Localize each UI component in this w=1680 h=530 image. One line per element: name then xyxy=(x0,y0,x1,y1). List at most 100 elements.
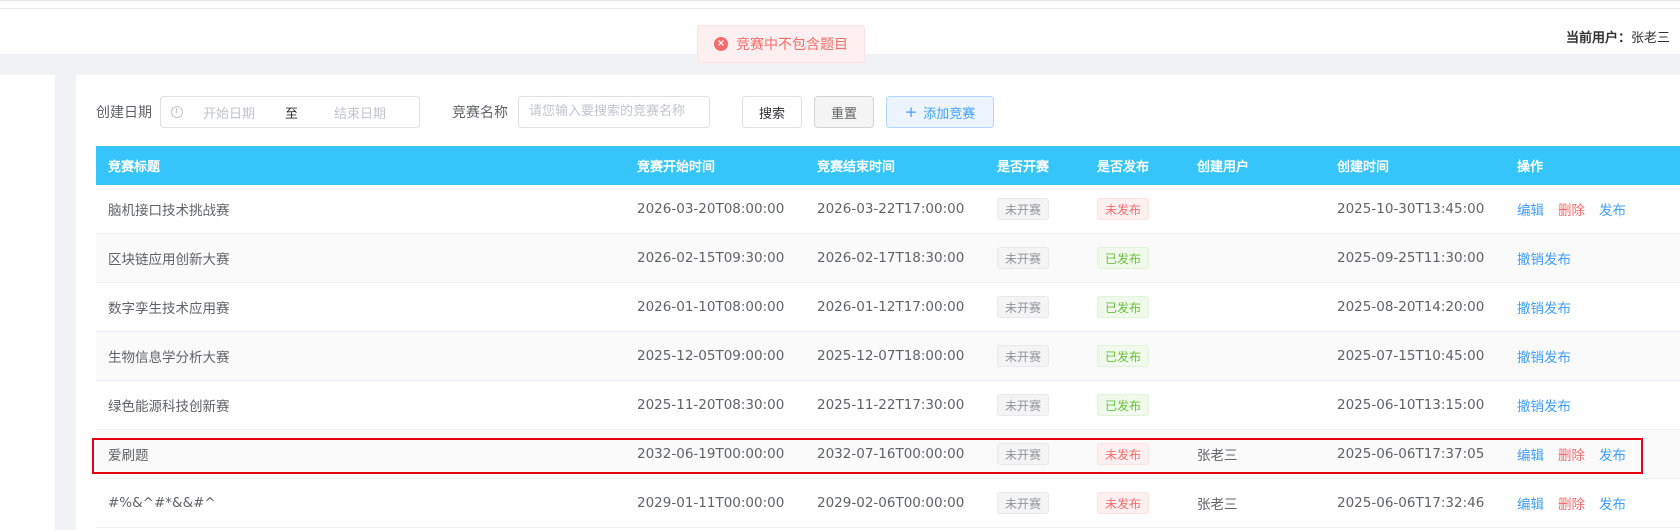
started-cell: 未开赛 xyxy=(997,381,1050,429)
delete-link[interactable]: 删除 xyxy=(1558,444,1585,464)
end-time: 2026-02-17T18:30:00 xyxy=(817,250,965,266)
started-tag: 未开赛 xyxy=(997,247,1050,269)
published-tag: 已发布 xyxy=(1097,296,1150,318)
delete-link[interactable]: 删除 xyxy=(1558,493,1585,513)
column-title: 竞赛标题 xyxy=(108,160,161,175)
actions-cell: 编辑 删除 发布 xyxy=(1517,185,1640,233)
end-time: 2026-01-12T17:00:00 xyxy=(817,299,965,315)
close-circle-icon: × xyxy=(714,37,728,51)
table-row: #%&^#*&&#^ 2029-01-11T00:00:00 2029-02-06T… xyxy=(96,479,1680,528)
actions-cell: 撤销发布 xyxy=(1517,283,1585,331)
current-user: 当前用户：张老三 xyxy=(1566,27,1670,46)
start-time: 2029-01-11T00:00:00 xyxy=(637,495,785,511)
actions-cell: 编辑 删除 发布 xyxy=(1517,430,1640,478)
created-time: 2025-06-06T17:32:46 xyxy=(1337,495,1485,511)
publish-link[interactable]: 发布 xyxy=(1599,199,1626,219)
unpublish-link[interactable]: 撤销发布 xyxy=(1517,248,1571,268)
created-time: 2025-10-30T13:45:00 xyxy=(1337,201,1485,217)
name-search-input[interactable]: 请您输入要搜索的竞赛名称 xyxy=(518,96,710,128)
search-button[interactable]: 搜索 xyxy=(742,96,802,128)
published-cell: 未发布 xyxy=(1097,430,1150,478)
published-tag: 已发布 xyxy=(1097,345,1150,367)
publish-link[interactable]: 发布 xyxy=(1599,493,1626,513)
start-time: 2025-11-20T08:30:00 xyxy=(637,397,785,413)
table-header: 竞赛标题 竞赛开始时间 竞赛结束时间 是否开赛 是否发布 创建用户 创建时间 操… xyxy=(96,146,1680,185)
add-contest-label: 添加竞赛 xyxy=(923,106,976,122)
table-row: 绿色能源科技创新赛 2025-11-20T08:30:00 2025-11-22T1… xyxy=(96,381,1680,430)
unpublish-link[interactable]: 撤销发布 xyxy=(1517,346,1571,366)
date-label: 创建日期 xyxy=(96,105,152,121)
start-time: 2026-02-15T09:30:00 xyxy=(637,250,785,266)
toast-message: 竞赛中不包含题目 xyxy=(736,37,848,53)
end-time: 2029-02-06T00:00:00 xyxy=(817,495,965,511)
left-strip xyxy=(0,75,55,530)
plus-icon: + xyxy=(904,103,918,121)
contest-title: 数字孪生技术应用赛 xyxy=(108,301,230,317)
published-cell: 已发布 xyxy=(1097,283,1150,331)
created-time: 2025-06-10T13:15:00 xyxy=(1337,397,1485,413)
published-tag: 未发布 xyxy=(1097,443,1150,465)
published-tag: 已发布 xyxy=(1097,247,1150,269)
published-cell: 已发布 xyxy=(1097,234,1150,282)
end-time: 2032-07-16T00:00:00 xyxy=(817,446,965,462)
range-separator: 至 xyxy=(285,106,299,122)
edit-link[interactable]: 编辑 xyxy=(1517,444,1544,464)
contest-title: 绿色能源科技创新赛 xyxy=(108,399,230,415)
unpublish-link[interactable]: 撤销发布 xyxy=(1517,297,1571,317)
start-time: 2025-12-05T09:00:00 xyxy=(637,348,785,364)
top-divider xyxy=(0,8,1680,9)
column-end: 竞赛结束时间 xyxy=(817,160,896,175)
created-time: 2025-08-20T14:20:00 xyxy=(1337,299,1485,315)
column-started: 是否开赛 xyxy=(997,160,1050,175)
column-start: 竞赛开始时间 xyxy=(637,160,716,175)
started-cell: 未开赛 xyxy=(997,283,1050,331)
current-user-label: 当前用户： xyxy=(1565,31,1631,46)
end-time: 2026-03-22T17:00:00 xyxy=(817,201,965,217)
reset-button[interactable]: 重置 xyxy=(814,96,874,128)
end-date-placeholder[interactable]: 结束日期 xyxy=(334,103,386,122)
contest-table: 竞赛标题 竞赛开始时间 竞赛结束时间 是否开赛 是否发布 创建用户 创建时间 操… xyxy=(96,146,1680,528)
started-tag: 未开赛 xyxy=(997,198,1050,220)
table-row: 脑机接口技术挑战赛 2026-03-20T08:00:00 2026-03-22T1… xyxy=(96,185,1680,234)
current-user-name: 张老三 xyxy=(1630,31,1670,46)
column-creator: 创建用户 xyxy=(1197,160,1250,175)
actions-cell: 撤销发布 xyxy=(1517,332,1585,380)
add-contest-button[interactable]: + 添加竞赛 xyxy=(886,96,994,128)
published-tag: 未发布 xyxy=(1097,198,1150,220)
started-cell: 未开赛 xyxy=(997,234,1050,282)
delete-link[interactable]: 删除 xyxy=(1558,199,1585,219)
started-cell: 未开赛 xyxy=(997,332,1050,380)
published-cell: 未发布 xyxy=(1097,479,1150,527)
actions-cell: 编辑 删除 发布 xyxy=(1517,479,1640,527)
created-time: 2025-06-06T17:37:05 xyxy=(1337,446,1485,462)
actions-cell: 撤销发布 xyxy=(1517,381,1585,429)
contest-title: 爱刷题 xyxy=(108,448,149,464)
name-label: 竞赛名称 xyxy=(452,105,508,121)
creator: 张老三 xyxy=(1197,497,1238,513)
table-row: 区块链应用创新大赛 2026-02-15T09:30:00 2026-02-17T1… xyxy=(96,234,1680,283)
edit-link[interactable]: 编辑 xyxy=(1517,493,1544,513)
published-tag: 未发布 xyxy=(1097,492,1150,514)
published-cell: 未发布 xyxy=(1097,185,1150,233)
contest-title: 区块链应用创新大赛 xyxy=(108,252,230,268)
edit-link[interactable]: 编辑 xyxy=(1517,199,1544,219)
publish-link[interactable]: 发布 xyxy=(1599,444,1626,464)
unpublish-link[interactable]: 撤销发布 xyxy=(1517,395,1571,415)
contest-title: 脑机接口技术挑战赛 xyxy=(108,203,230,219)
date-range-picker[interactable]: 开始日期 至 结束日期 xyxy=(160,96,420,128)
actions-cell: 撤销发布 xyxy=(1517,234,1585,282)
error-toast: × 竞赛中不包含题目 xyxy=(697,25,865,63)
contest-title: #%&^#*&&#^ xyxy=(108,495,216,511)
start-date-placeholder[interactable]: 开始日期 xyxy=(203,103,255,122)
started-tag: 未开赛 xyxy=(997,394,1050,416)
end-time: 2025-12-07T18:00:00 xyxy=(817,348,965,364)
column-published: 是否发布 xyxy=(1097,160,1150,175)
start-time: 2032-06-19T00:00:00 xyxy=(637,446,785,462)
published-cell: 已发布 xyxy=(1097,381,1150,429)
created-time: 2025-07-15T10:45:00 xyxy=(1337,348,1485,364)
started-cell: 未开赛 xyxy=(997,185,1050,233)
column-created: 创建时间 xyxy=(1337,160,1390,175)
table-row: 爱刷题 2032-06-19T00:00:00 2032-07-16T00:00:0… xyxy=(96,430,1680,479)
started-tag: 未开赛 xyxy=(997,443,1050,465)
clock-icon xyxy=(171,106,183,118)
